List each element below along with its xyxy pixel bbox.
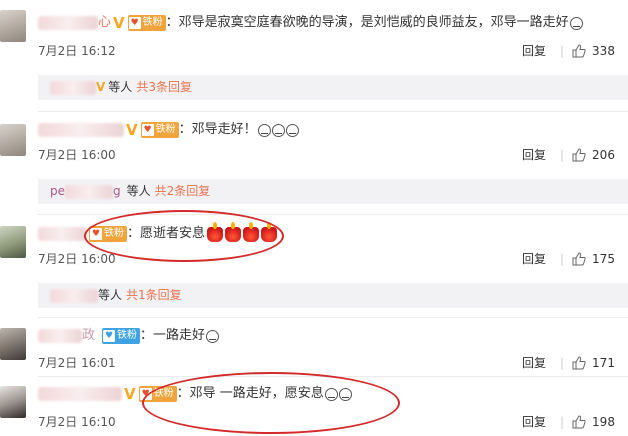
sad-emoji-icon — [271, 123, 285, 137]
reply-suffix: 等人 — [126, 184, 151, 198]
comment-text: ：邓导 一路走好，愿安息 — [176, 386, 324, 401]
comment-time: 7月2日 16:12 — [38, 44, 116, 58]
divider: | — [560, 147, 565, 162]
comment-header: V ♥ 铁粉 ：邓导 一路走好，愿安息 — [38, 382, 352, 406]
divider: | — [560, 43, 565, 58]
username: pe — [50, 184, 65, 198]
sad-emoji-icon — [324, 387, 338, 401]
sad-emoji-icon — [285, 123, 299, 137]
fan-badge[interactable]: ♥ 铁粉 — [127, 15, 166, 31]
reply-button[interactable]: 回复 — [522, 146, 560, 163]
reply-button[interactable]: 回复 — [522, 354, 560, 371]
divider — [38, 317, 628, 318]
comment-time: 7月2日 16:10 — [38, 415, 116, 429]
sad-emoji-icon — [257, 123, 271, 137]
reply-suffix: 等人 — [108, 80, 133, 94]
verified-icon: V — [124, 385, 136, 403]
comment-header: V ♥ 铁粉 ：邓导走好！ — [38, 118, 299, 142]
sad-emoji-icon — [569, 16, 583, 30]
comment-actions: 回复 | 175 — [522, 250, 615, 267]
reply-summary-bar[interactable]: pe g 等人 共2条回复 — [38, 179, 628, 204]
comment-time: 7月2日 16:01 — [38, 356, 116, 370]
candle-icon — [261, 221, 278, 242]
fan-icon: ♥ — [90, 228, 102, 240]
avatar[interactable] — [0, 226, 26, 258]
divider: | — [560, 251, 565, 266]
like-count: 175 — [592, 251, 615, 266]
thumbs-up-icon[interactable] — [572, 251, 586, 266]
comment-text: ：邓导走好！ — [178, 122, 257, 137]
avatar[interactable] — [0, 328, 26, 360]
sad-emoji-icon — [338, 387, 352, 401]
like-count: 338 — [592, 43, 615, 58]
verified-icon: V — [113, 14, 125, 32]
username-tail: g — [113, 184, 121, 198]
reply-suffix: 等人 — [98, 288, 123, 302]
comment-text: ：愿逝者安息 — [127, 226, 206, 241]
reply-button[interactable]: 回复 — [522, 42, 560, 59]
comment-actions: 回复 | 206 — [522, 146, 615, 163]
thumbs-up-icon[interactable] — [572, 414, 586, 429]
fan-badge[interactable]: ♥ 铁粉 — [140, 122, 179, 138]
like-count: 171 — [592, 355, 615, 370]
comment-time: 7月2日 16:00 — [38, 252, 116, 266]
candle-icon — [243, 221, 260, 242]
thumbs-up-icon[interactable] — [572, 43, 586, 58]
username-blurred — [50, 288, 98, 303]
fan-badge[interactable]: ♥ 铁粉 — [89, 226, 127, 242]
username-blurred[interactable] — [38, 227, 86, 241]
fan-badge[interactable]: ♥ 铁粉 — [138, 386, 177, 402]
avatar[interactable] — [0, 10, 26, 42]
username-blurred[interactable] — [38, 329, 82, 343]
like-count: 198 — [592, 414, 615, 429]
verified-icon: V — [96, 80, 106, 94]
fan-badge[interactable]: ♥ 铁粉 — [102, 328, 141, 344]
username-blurred — [65, 184, 113, 199]
username[interactable]: 心 — [98, 11, 111, 35]
thumbs-up-icon[interactable] — [572, 355, 586, 370]
fan-icon: ♥ — [103, 330, 116, 342]
username-blurred[interactable] — [38, 16, 98, 30]
username-blurred[interactable] — [38, 387, 122, 401]
divider: | — [560, 355, 565, 370]
username-blurred — [50, 80, 96, 95]
reply-total-link[interactable]: 共1条回复 — [126, 283, 182, 308]
reply-total-link[interactable]: 共2条回复 — [155, 179, 211, 204]
reply-summary-bar[interactable]: 等人 共1条回复 — [38, 283, 628, 308]
fan-icon: ♥ — [128, 17, 141, 29]
username-blurred[interactable] — [38, 123, 124, 137]
comment-text: ：邓导是寂寞空庭春欲晚的导演，是刘恺威的良师益友，邓导一路走好 — [165, 15, 569, 30]
avatar[interactable] — [0, 124, 26, 156]
comment-header: ♥ 铁粉 ：愿逝者安息 — [38, 221, 278, 246]
comment-text: ：一路走好 — [140, 328, 206, 343]
reply-button[interactable]: 回复 — [522, 250, 560, 267]
fan-icon: ♥ — [139, 388, 152, 400]
comment-actions: 回复 | 198 — [522, 413, 615, 430]
fan-icon: ♥ — [141, 124, 154, 136]
comment-actions: 回复 | 171 — [522, 354, 615, 371]
divider: | — [560, 414, 565, 429]
comment-actions: 回复 | 338 — [522, 42, 615, 59]
reply-button[interactable]: 回复 — [522, 413, 560, 430]
divider — [38, 214, 628, 215]
avatar[interactable] — [0, 386, 26, 418]
reply-total-link[interactable]: 共3条回复 — [136, 75, 192, 100]
thumbs-up-icon[interactable] — [572, 147, 586, 162]
comment-header: 心 V ♥ 铁粉 ：邓导是寂寞空庭春欲晚的导演，是刘恺威的良师益友，邓导一路走好 — [38, 11, 583, 35]
sad-emoji-icon — [206, 329, 220, 343]
reply-summary-bar[interactable]: V 等人 共3条回复 — [38, 75, 628, 100]
username[interactable]: 政 — [82, 324, 95, 348]
like-count: 206 — [592, 147, 615, 162]
divider — [38, 376, 628, 377]
comment-time: 7月2日 16:00 — [38, 148, 116, 162]
candle-icon — [207, 221, 224, 242]
comment-header: 政 ♥ 铁粉 ：一路走好 — [38, 324, 220, 348]
candle-icon — [225, 221, 242, 242]
verified-icon: V — [126, 121, 138, 139]
divider — [38, 111, 628, 112]
